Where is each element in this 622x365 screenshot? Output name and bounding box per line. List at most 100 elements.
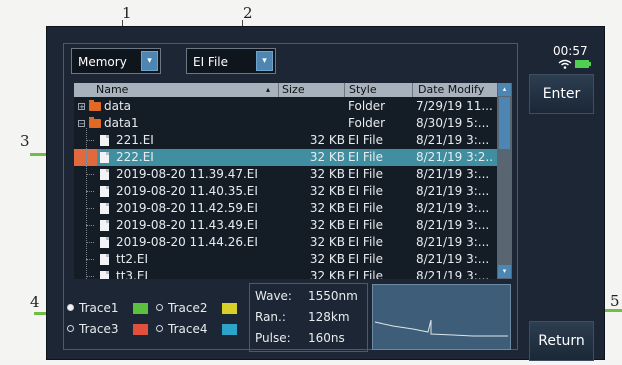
cell-name: 2019-08-20 11.42.59.EI bbox=[116, 201, 258, 215]
radio-icon[interactable] bbox=[67, 325, 74, 332]
cell-size: 32 KB bbox=[309, 218, 345, 232]
expand-icon[interactable]: + bbox=[78, 103, 85, 111]
cell-style: EI File bbox=[348, 218, 384, 232]
cell-style: EI File bbox=[348, 167, 384, 181]
memory-dropdown-value: Memory bbox=[78, 55, 127, 69]
cell-style: EI File bbox=[348, 201, 384, 215]
tree-connector bbox=[86, 276, 94, 277]
filetype-dropdown-value: EI File bbox=[193, 55, 229, 69]
table-row[interactable]: 2019-08-20 11.43.49.EI 32 KB EI File 8/21/1… bbox=[74, 217, 497, 234]
table-header: Name ▴ Size Style Date Modify bbox=[74, 83, 497, 97]
table-row[interactable]: 2019-08-20 11.40.35.EI 32 KB EI File 8/21/1… bbox=[74, 183, 497, 200]
range-value: 128km bbox=[308, 310, 350, 324]
cell-date: 8/21/19 3:... bbox=[416, 218, 490, 232]
radio-icon[interactable] bbox=[156, 304, 163, 311]
table-row-selected[interactable]: 222.EI 32 KB EI File 8/21/19 3:2... bbox=[74, 149, 497, 166]
callout-3: 3 bbox=[20, 132, 30, 150]
wave-label: Wave: bbox=[255, 289, 292, 303]
chevron-down-icon[interactable]: ▾ bbox=[256, 51, 273, 71]
tree-connector bbox=[86, 140, 94, 141]
cell-size: 32 KB bbox=[309, 235, 345, 249]
cell-name: tt3.EI bbox=[116, 269, 148, 279]
folder-icon bbox=[89, 100, 101, 111]
memory-dropdown[interactable]: Memory ▾ bbox=[71, 48, 161, 74]
sort-arrow-icon: ▴ bbox=[266, 85, 271, 94]
trace-label: Trace4 bbox=[168, 322, 208, 336]
table-row[interactable]: 2019-08-20 11.39.47.EI 32 KB EI File 8/21/1… bbox=[74, 166, 497, 183]
file-table: Name ▴ Size Style Date Modify + data Folde… bbox=[74, 83, 497, 279]
cell-name: data1 bbox=[104, 116, 139, 130]
cell-style: EI File bbox=[348, 150, 384, 164]
tree-connector bbox=[86, 208, 94, 209]
filetype-dropdown[interactable]: EI File ▾ bbox=[186, 48, 276, 74]
callout-2: 2 bbox=[243, 4, 253, 22]
trace-color-swatch bbox=[222, 303, 237, 314]
cell-date: 8/21/19 3:... bbox=[416, 252, 490, 266]
cell-name: 2019-08-20 11.43.49.EI bbox=[116, 218, 258, 232]
table-row[interactable]: + data Folder 7/29/19 11... bbox=[74, 98, 497, 115]
table-row[interactable]: tt3.EI 32 KB EI File 8/21/19 3:... bbox=[74, 268, 497, 279]
file-icon bbox=[100, 169, 109, 180]
cell-date: 8/21/19 3:... bbox=[416, 133, 490, 147]
table-row[interactable]: − data1 Folder 8/30/19 5:... bbox=[74, 115, 497, 132]
collapse-icon[interactable]: − bbox=[78, 120, 85, 128]
callout-1: 1 bbox=[122, 4, 132, 22]
table-row[interactable]: 221.EI 32 KB EI File 8/21/19 3:... bbox=[74, 132, 497, 149]
trace-color-swatch bbox=[222, 324, 237, 335]
radio-icon[interactable] bbox=[67, 304, 74, 311]
wave-value: 1550nm bbox=[308, 289, 358, 303]
trace-label: Trace3 bbox=[79, 322, 119, 336]
column-header-size[interactable]: Size bbox=[278, 83, 344, 97]
cell-size: 32 KB bbox=[309, 150, 345, 164]
cell-name: 2019-08-20 11.40.35.EI bbox=[116, 184, 258, 198]
radio-icon[interactable] bbox=[156, 325, 163, 332]
tree-connector bbox=[86, 128, 87, 279]
table-scrollbar[interactable]: ▴ ▾ bbox=[497, 83, 512, 279]
device-screen: Memory ▾ EI File ▾ Name ▴ Size Style Dat… bbox=[46, 26, 605, 361]
trace-label: Trace1 bbox=[79, 301, 119, 315]
cell-size: 32 KB bbox=[309, 133, 345, 147]
column-header-name[interactable]: Name bbox=[74, 83, 278, 97]
file-icon bbox=[100, 237, 109, 248]
file-icon bbox=[100, 254, 109, 265]
cell-style: EI File bbox=[348, 133, 384, 147]
scroll-up-button[interactable]: ▴ bbox=[498, 83, 511, 96]
trace-option-1[interactable]: Trace1 bbox=[65, 300, 150, 316]
cell-style: EI File bbox=[348, 235, 384, 249]
enter-button[interactable]: Enter bbox=[529, 74, 594, 114]
cell-date: 8/21/19 3:... bbox=[416, 269, 490, 279]
table-row[interactable]: 2019-08-20 11.42.59.EI 32 KB EI File 8/21/1… bbox=[74, 200, 497, 217]
trace-info-box: Wave: 1550nm Ran.: 128km Pulse: 160ns bbox=[249, 283, 368, 352]
cell-style: Folder bbox=[348, 116, 386, 130]
file-icon bbox=[100, 220, 109, 231]
cell-name: 2019-08-20 11.39.47.EI bbox=[116, 167, 258, 181]
table-row[interactable]: 2019-08-20 11.44.26.EI 32 KB EI File 8/21/1… bbox=[74, 234, 497, 251]
cell-name: 2019-08-20 11.44.26.EI bbox=[116, 235, 258, 249]
callout-4: 4 bbox=[30, 293, 40, 311]
return-button[interactable]: Return bbox=[529, 321, 594, 361]
column-header-date[interactable]: Date Modify bbox=[412, 83, 497, 97]
file-icon bbox=[100, 271, 109, 279]
file-icon bbox=[100, 152, 109, 163]
cell-name: 221.EI bbox=[116, 133, 154, 147]
scroll-thumb[interactable] bbox=[499, 97, 510, 149]
file-icon bbox=[100, 186, 109, 197]
cell-name: tt2.EI bbox=[116, 252, 148, 266]
pulse-value: 160ns bbox=[308, 331, 345, 345]
cell-name: 222.EI bbox=[116, 150, 154, 164]
trace-label: Trace2 bbox=[168, 301, 208, 315]
file-icon bbox=[100, 203, 109, 214]
chevron-down-icon[interactable]: ▾ bbox=[141, 51, 158, 71]
wifi-icon bbox=[558, 59, 572, 69]
cell-size: 32 KB bbox=[309, 252, 345, 266]
table-row[interactable]: tt2.EI 32 KB EI File 8/21/19 3:... bbox=[74, 251, 497, 268]
trace-option-3[interactable]: Trace3 bbox=[65, 321, 150, 337]
cell-size: 32 KB bbox=[309, 184, 345, 198]
tree-connector bbox=[86, 225, 94, 226]
trace-option-4[interactable]: Trace4 bbox=[154, 321, 239, 337]
trace-option-2[interactable]: Trace2 bbox=[154, 300, 239, 316]
column-header-style[interactable]: Style bbox=[344, 83, 412, 97]
trace-color-swatch bbox=[133, 303, 148, 314]
scroll-down-button[interactable]: ▾ bbox=[498, 265, 511, 278]
cell-date: 8/21/19 3:2... bbox=[416, 150, 494, 164]
